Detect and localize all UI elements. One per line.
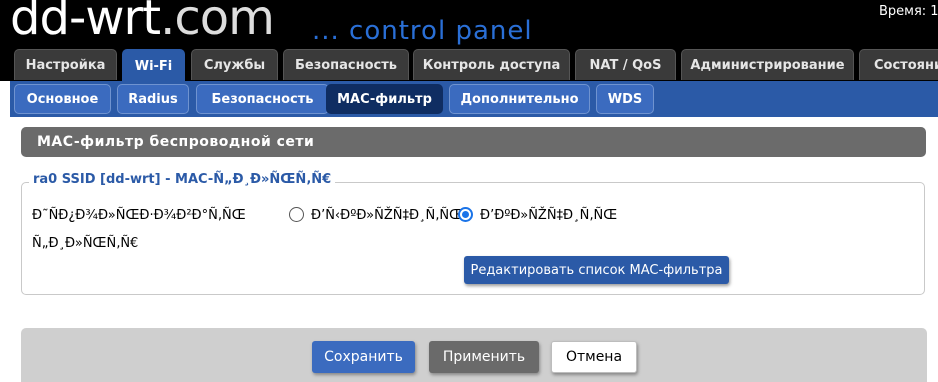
uptime-time-label: Время: 17 bbox=[879, 4, 938, 19]
subtab-advanced-settings[interactable]: Дополнительно bbox=[449, 84, 590, 114]
apply-settings-button[interactable]: Применить bbox=[429, 341, 539, 373]
use-filter-label-line2: Ñ„Ð¸Ð»ÑŒÑ‚Ñ€ bbox=[32, 236, 139, 251]
use-filter-label: Ð˜ÑÐ¿Ð¾Ð»ÑŒÐ·Ð¾Ð²Ð°Ñ‚ÑŒ bbox=[32, 208, 246, 223]
fieldset-legend: ra0 SSID [dd-wrt] - MAC-Ñ„Ð¸Ð»ÑŒÑ‚Ñ€ bbox=[29, 172, 336, 187]
header-bar: dd-wrt.com ... control panel Время: 17 bbox=[0, 0, 938, 48]
tab-administration[interactable]: Администрирование bbox=[681, 49, 854, 80]
wireless-subtabs: Основное Radius Безопасность MAC-фильтр … bbox=[10, 81, 938, 117]
logo-suffix-text: .com bbox=[160, 0, 275, 46]
tab-services[interactable]: Службы bbox=[191, 49, 278, 80]
main-navigation-tabs: Настройка Wi-Fi Службы Безопасность Конт… bbox=[0, 48, 938, 82]
filter-enable-radio[interactable] bbox=[458, 207, 473, 222]
tab-access-restrictions[interactable]: Контроль доступа bbox=[413, 49, 570, 80]
tab-security[interactable]: Безопасность bbox=[283, 49, 409, 80]
tab-nat-qos[interactable]: NAT / QoS bbox=[575, 49, 676, 80]
control-panel-tagline: ... control panel bbox=[312, 16, 533, 46]
filter-disable-radio[interactable] bbox=[289, 207, 304, 222]
tab-wireless[interactable]: Wi-Fi bbox=[122, 49, 185, 82]
filter-disable-label[interactable]: Ð’Ñ‹ÐºÐ»ÑŽÑ‡Ð¸Ñ‚ÑŒ bbox=[311, 208, 463, 223]
save-button[interactable]: Сохранить bbox=[312, 341, 415, 373]
subtab-wireless-security[interactable]: Безопасность bbox=[196, 84, 329, 114]
cancel-button[interactable]: Отмена bbox=[551, 341, 637, 373]
subtab-radius[interactable]: Radius bbox=[117, 84, 189, 114]
tab-setup[interactable]: Настройка bbox=[14, 49, 117, 80]
dd-wrt-logo[interactable]: dd-wrt.com bbox=[10, 0, 275, 48]
tab-status[interactable]: Состояние bbox=[859, 49, 938, 80]
section-heading: MAC-фильтр беспроводной сети bbox=[21, 127, 926, 157]
subtab-basic-settings[interactable]: Основное bbox=[14, 84, 111, 114]
edit-mac-list-button[interactable]: Редактировать список MAC-фильтра bbox=[464, 256, 729, 284]
logo-main-text: dd-wrt bbox=[10, 0, 161, 46]
subtab-wds[interactable]: WDS bbox=[596, 84, 654, 114]
filter-enable-label[interactable]: Ð’ÐºÐ»ÑŽÑ‡Ð¸Ñ‚ÑŒ bbox=[480, 208, 617, 223]
subtab-mac-filter[interactable]: MAC-фильтр bbox=[326, 84, 443, 114]
